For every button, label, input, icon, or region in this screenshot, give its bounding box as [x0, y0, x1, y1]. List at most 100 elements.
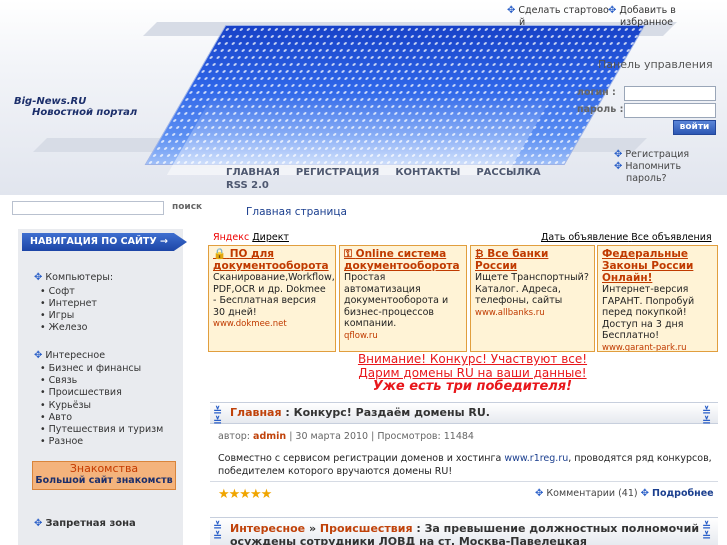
- plus-icon: ✥: [614, 161, 623, 172]
- page: Big-News.RU Новостной портал ✥ Сделать ст…: [0, 0, 727, 545]
- arrow-right-icon: →: [160, 236, 168, 247]
- give-ad-link[interactable]: Дать объявление: [541, 232, 628, 243]
- sidebar-item-soft[interactable]: • Софт: [40, 286, 75, 297]
- all-ads-link[interactable]: Все объявления: [631, 232, 711, 243]
- post-title[interactable]: Интересное » Происшествия : За превышени…: [230, 522, 700, 545]
- ad-url: www.allbanks.ru: [475, 307, 545, 318]
- ad-url: qflow.ru: [344, 330, 378, 341]
- winners-text: Уже есть три победителя!: [372, 379, 573, 394]
- account-links: ✥ Регистрация ✥ Напомнить пароль?: [614, 149, 689, 185]
- r1reg-link[interactable]: www.r1reg.ru: [504, 453, 568, 464]
- post-footer-links: ✥ Комментарии (41) ✥ Подробнее: [535, 488, 714, 499]
- contest-announcement: Внимание! Конкурс! Участвуют все! Дарим …: [300, 352, 645, 394]
- sidebar-item-business[interactable]: • Бизнес и финансы: [40, 363, 141, 374]
- post-title[interactable]: : Конкурс! Раздаём домены RU.: [282, 406, 490, 419]
- sidebar-item-auto[interactable]: • Авто: [40, 412, 72, 423]
- post-header: Главная : Конкурс! Раздаём домены RU.: [210, 402, 718, 424]
- register-link[interactable]: ✥ Регистрация: [614, 149, 689, 161]
- ad-text: Сканирование,Workflow, PDF,OCR и др. Dok…: [213, 272, 335, 318]
- plus-icon: ✥: [34, 518, 43, 529]
- ad-block[interactable]: 🔒 ПО для документооборота Сканирование,W…: [208, 245, 336, 352]
- ad-text: Ищете Транспортный? Каталог. Адреса, тел…: [475, 272, 589, 306]
- login-input[interactable]: [624, 86, 716, 101]
- add-favorites-link[interactable]: ✥ Добавить в избранное: [608, 5, 676, 29]
- nav-rss[interactable]: RSS 2.0: [226, 180, 269, 191]
- bank-icon: ₿: [475, 248, 484, 260]
- password-label: пароль :: [577, 104, 624, 115]
- ad-title: Федеральные Законы России Онлайн!: [602, 248, 694, 284]
- chevron-down-icon: ≚ ≚: [213, 405, 223, 428]
- ad-url: www.dokmee.net: [213, 319, 287, 329]
- nav-register[interactable]: РЕГИСТРАЦИЯ: [296, 167, 379, 178]
- make-homepage-link[interactable]: ✥ Сделать стартово й: [507, 5, 609, 29]
- post-category-link[interactable]: Интересное: [230, 522, 305, 535]
- restricted-zone-link[interactable]: ✥ Запретная зона: [34, 518, 136, 529]
- plus-icon: ✥: [34, 272, 43, 283]
- sidebar-item-misc[interactable]: • Разное: [40, 436, 83, 447]
- search-button[interactable]: поиск: [172, 202, 202, 212]
- comments-link[interactable]: ✥ Комментарии (41): [535, 488, 638, 499]
- sidebar-item-internet[interactable]: • Интернет: [40, 298, 97, 309]
- domains-link[interactable]: Дарим домены RU на ваши данные!: [300, 366, 645, 380]
- logo-title: Big-News.RU: [14, 96, 87, 107]
- post-category-link[interactable]: Главная: [230, 406, 282, 419]
- sidebar-category-computers[interactable]: ✥ Компьютеры:: [34, 272, 113, 283]
- header: Big-News.RU Новостной портал ✥ Сделать ст…: [0, 0, 727, 195]
- plus-icon: ✥: [614, 149, 623, 160]
- ad-title: Все банки России: [475, 248, 549, 272]
- plus-icon: ✥: [34, 350, 43, 361]
- post-date-views: | 30 марта 2010 | Просмотров: 11484: [289, 431, 474, 442]
- main-nav: ГЛАВНАЯ РЕГИСТРАЦИЯ КОНТАКТЫ РАССЫЛКА RSS 2…: [226, 166, 541, 192]
- breadcrumb[interactable]: Главная страница: [246, 206, 347, 218]
- ad-links: Дать объявление Все объявления: [541, 232, 712, 243]
- ad-block[interactable]: ⚿ Online система документооборота Проста…: [339, 245, 467, 352]
- lock-icon: 🔒: [213, 248, 227, 260]
- sidebar-item-hardware[interactable]: • Железо: [40, 322, 87, 333]
- dating-title: Знакомства: [69, 462, 139, 475]
- site-logo[interactable]: Big-News.RU Новостной портал: [14, 96, 137, 118]
- sidebar-item-travel[interactable]: • Путешествия и туризм: [40, 424, 163, 435]
- plus-icon: ✥: [640, 488, 650, 499]
- sidebar-title: НАВИГАЦИЯ ПО САЙТУ →: [22, 233, 187, 251]
- nav-contacts[interactable]: КОНТАКТЫ: [395, 167, 460, 178]
- nav-home[interactable]: ГЛАВНАЯ: [226, 167, 280, 178]
- ad-block[interactable]: ₿ Все банки России Ищете Транспортный? К…: [470, 245, 595, 352]
- nav-mailing[interactable]: РАССЫЛКА: [476, 167, 540, 178]
- plus-icon: ✥: [507, 5, 516, 16]
- logo-subtitle: Новостной портал: [32, 107, 138, 118]
- sidebar-item-communication[interactable]: • Связь: [40, 375, 77, 386]
- sidebar-category-interesting[interactable]: ✥ Интересное: [34, 350, 105, 361]
- ad-text: Интернет-версия ГАРАНТ. Попробуй перед п…: [602, 284, 695, 341]
- dating-subtitle: Большой сайт знакомств: [35, 475, 173, 486]
- ad-title: ПО для документооборота: [213, 248, 329, 272]
- contest-link[interactable]: Внимание! Конкурс! Участвуют все!: [300, 352, 645, 366]
- sidebar-item-curiosities[interactable]: • Курьёзы: [40, 400, 91, 411]
- chevron-down-icon: ≚ ≚: [213, 520, 223, 543]
- sidebar-item-incidents[interactable]: • Происшествия: [40, 387, 122, 398]
- password-input[interactable]: [624, 103, 716, 118]
- post-category-link[interactable]: Происшествия: [320, 522, 413, 535]
- rating-stars[interactable]: ★★★★★: [218, 487, 272, 502]
- ad-text: Простая автоматизация документооборота и…: [344, 272, 449, 329]
- control-panel-title: Панель управления: [598, 58, 713, 71]
- chevron-down-icon: ≚ ≚: [702, 520, 712, 543]
- read-more-link[interactable]: ✥ Подробнее: [641, 488, 714, 499]
- search-input[interactable]: [12, 201, 164, 215]
- banner-glow: [166, 95, 554, 175]
- post-author[interactable]: admin: [253, 431, 286, 442]
- sidebar-item-games[interactable]: • Игры: [40, 310, 74, 321]
- ad-title: Online система документооборота: [344, 248, 460, 272]
- key-icon: ⚿: [344, 248, 352, 260]
- remind-password-link[interactable]: ✥ Напомнить пароль?: [614, 161, 689, 185]
- login-label: логин :: [577, 87, 616, 98]
- chevron-down-icon: ≚ ≚: [702, 405, 712, 428]
- post-body: Совместно с сервисом регистрации доменов…: [218, 453, 712, 477]
- plus-icon: ✥: [608, 5, 617, 16]
- dating-banner[interactable]: Знакомства Большой сайт знакомств: [32, 461, 176, 490]
- post-meta: автор: admin | 30 марта 2010 | Просмотро…: [218, 431, 474, 442]
- plus-icon: ✥: [535, 488, 544, 499]
- ad-url: www.garant-park.ru: [602, 342, 687, 352]
- login-button[interactable]: войти: [673, 120, 716, 135]
- ad-block[interactable]: Федеральные Законы России Онлайн! Интерн…: [597, 245, 718, 352]
- yandex-direct-label[interactable]: Яндекс Директ: [213, 232, 289, 243]
